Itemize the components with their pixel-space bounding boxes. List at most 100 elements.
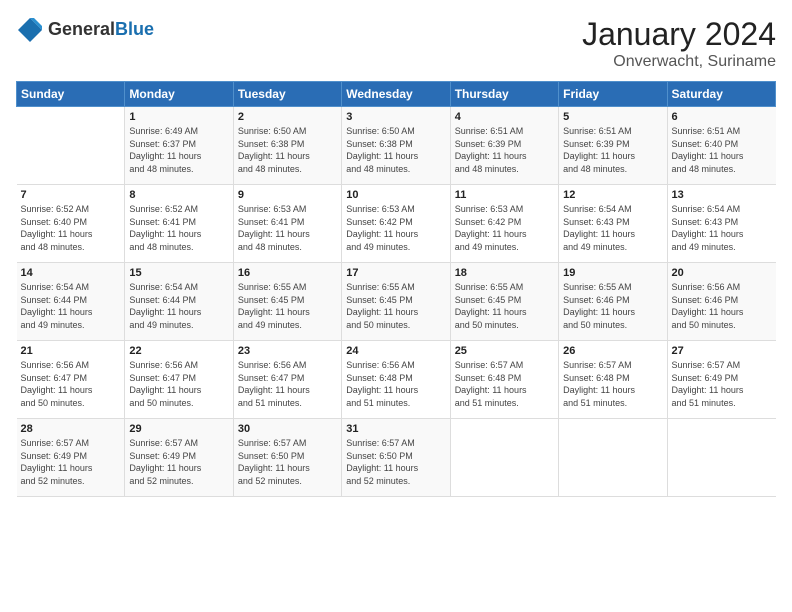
calendar-cell [559,419,667,497]
calendar-cell: 18 Sunrise: 6:55 AM Sunset: 6:45 PM Dayli… [450,263,558,341]
calendar-cell: 15Sunrise: 6:54 AM Sunset: 6:44 PM Dayli… [125,263,233,341]
day-number: 28 [21,423,121,435]
day-number: 1 [129,111,228,123]
day-info: Sunrise: 6:56 AM Sunset: 6:47 PM Dayligh… [21,359,121,409]
calendar-cell: 26Sunrise: 6:57 AM Sunset: 6:48 PM Dayli… [559,341,667,419]
logo-blue: Blue [115,20,154,40]
day-info: Sunrise: 6:56 AM Sunset: 6:47 PM Dayligh… [129,359,228,409]
day-number: 7 [21,189,121,201]
day-number: 23 [238,345,337,357]
day-info: Sunrise: 6:55 AM Sunset: 6:45 PM Dayligh… [346,281,445,331]
day-number: 27 [672,345,772,357]
day-info: Sunrise: 6:50 AM Sunset: 6:38 PM Dayligh… [238,125,337,175]
day-number: 17 [346,267,445,279]
calendar-cell: 16Sunrise: 6:55 AM Sunset: 6:45 PM Dayli… [233,263,341,341]
column-header-saturday: Saturday [667,82,775,107]
day-number: 19 [563,267,662,279]
day-number: 12 [563,189,662,201]
day-number: 29 [129,423,228,435]
day-number: 14 [21,267,121,279]
column-header-friday: Friday [559,82,667,107]
calendar-cell: 1 Sunrise: 6:49 AM Sunset: 6:37 PM Daylig… [125,107,233,185]
day-number: 25 [455,345,554,357]
day-info: Sunrise: 6:54 AM Sunset: 6:43 PM Dayligh… [672,203,772,253]
day-info: Sunrise: 6:57 AM Sunset: 6:49 PM Dayligh… [21,437,121,487]
week-row-4: 21Sunrise: 6:56 AM Sunset: 6:47 PM Dayli… [17,341,776,419]
day-number: 11 [455,189,554,201]
day-info: Sunrise: 6:50 AM Sunset: 6:38 PM Dayligh… [346,125,445,175]
column-header-monday: Monday [125,82,233,107]
day-number: 5 [563,111,662,123]
calendar-cell: 31 Sunrise: 6:57 AM Sunset: 6:50 PM Dayli… [342,419,450,497]
day-number: 24 [346,345,445,357]
day-info: Sunrise: 6:56 AM Sunset: 6:47 PM Dayligh… [238,359,337,409]
calendar-cell: 30 Sunrise: 6:57 AM Sunset: 6:50 PM Dayli… [233,419,341,497]
calendar-cell: 25 Sunrise: 6:57 AM Sunset: 6:48 PM Dayli… [450,341,558,419]
day-info: Sunrise: 6:53 AM Sunset: 6:42 PM Dayligh… [346,203,445,253]
day-number: 4 [455,111,554,123]
calendar-cell: 13 Sunrise: 6:54 AM Sunset: 6:43 PM Dayli… [667,185,775,263]
day-info: Sunrise: 6:56 AM Sunset: 6:48 PM Dayligh… [346,359,445,409]
calendar-cell: 2 Sunrise: 6:50 AM Sunset: 6:38 PM Daylig… [233,107,341,185]
day-number: 30 [238,423,337,435]
day-number: 13 [672,189,772,201]
day-info: Sunrise: 6:57 AM Sunset: 6:50 PM Dayligh… [346,437,445,487]
calendar-cell: 24 Sunrise: 6:56 AM Sunset: 6:48 PM Dayli… [342,341,450,419]
day-info: Sunrise: 6:55 AM Sunset: 6:45 PM Dayligh… [455,281,554,331]
column-header-sunday: Sunday [17,82,125,107]
day-info: Sunrise: 6:52 AM Sunset: 6:41 PM Dayligh… [129,203,228,253]
calendar-cell: 4 Sunrise: 6:51 AM Sunset: 6:39 PM Daylig… [450,107,558,185]
calendar-cell: 8Sunrise: 6:52 AM Sunset: 6:41 PM Daylig… [125,185,233,263]
column-header-thursday: Thursday [450,82,558,107]
week-row-3: 14 Sunrise: 6:54 AM Sunset: 6:44 PM Dayli… [17,263,776,341]
day-number: 3 [346,111,445,123]
calendar-cell: 7Sunrise: 6:52 AM Sunset: 6:40 PM Daylig… [17,185,125,263]
week-row-2: 7Sunrise: 6:52 AM Sunset: 6:40 PM Daylig… [17,185,776,263]
day-info: Sunrise: 6:57 AM Sunset: 6:49 PM Dayligh… [672,359,772,409]
calendar-cell: 12Sunrise: 6:54 AM Sunset: 6:43 PM Dayli… [559,185,667,263]
calendar-cell: 19 Sunrise: 6:55 AM Sunset: 6:46 PM Dayli… [559,263,667,341]
day-info: Sunrise: 6:53 AM Sunset: 6:42 PM Dayligh… [455,203,554,253]
day-info: Sunrise: 6:54 AM Sunset: 6:44 PM Dayligh… [21,281,121,331]
day-info: Sunrise: 6:57 AM Sunset: 6:50 PM Dayligh… [238,437,337,487]
day-info: Sunrise: 6:57 AM Sunset: 6:49 PM Dayligh… [129,437,228,487]
calendar-cell: 22 Sunrise: 6:56 AM Sunset: 6:47 PM Dayli… [125,341,233,419]
logo: General Blue [16,16,154,44]
day-info: Sunrise: 6:54 AM Sunset: 6:44 PM Dayligh… [129,281,228,331]
calendar-cell: 20Sunrise: 6:56 AM Sunset: 6:46 PM Dayli… [667,263,775,341]
day-info: Sunrise: 6:56 AM Sunset: 6:46 PM Dayligh… [672,281,772,331]
week-row-5: 28 Sunrise: 6:57 AM Sunset: 6:49 PM Dayli… [17,419,776,497]
day-number: 6 [672,111,772,123]
column-header-tuesday: Tuesday [233,82,341,107]
day-info: Sunrise: 6:51 AM Sunset: 6:39 PM Dayligh… [455,125,554,175]
page: General Blue January 2024 Onverwacht, Su… [0,0,792,612]
day-info: Sunrise: 6:55 AM Sunset: 6:46 PM Dayligh… [563,281,662,331]
day-number: 10 [346,189,445,201]
day-number: 22 [129,345,228,357]
calendar-cell: 5 Sunrise: 6:51 AM Sunset: 6:39 PM Daylig… [559,107,667,185]
calendar-cell: 27 Sunrise: 6:57 AM Sunset: 6:49 PM Dayli… [667,341,775,419]
day-number: 31 [346,423,445,435]
logo-icon [16,16,44,44]
calendar-cell: 21Sunrise: 6:56 AM Sunset: 6:47 PM Dayli… [17,341,125,419]
calendar-cell: 10 Sunrise: 6:53 AM Sunset: 6:42 PM Dayli… [342,185,450,263]
calendar-cell: 11 Sunrise: 6:53 AM Sunset: 6:42 PM Dayli… [450,185,558,263]
calendar-cell: 3 Sunrise: 6:50 AM Sunset: 6:38 PM Daylig… [342,107,450,185]
calendar-cell: 17 Sunrise: 6:55 AM Sunset: 6:45 PM Dayli… [342,263,450,341]
day-info: Sunrise: 6:57 AM Sunset: 6:48 PM Dayligh… [455,359,554,409]
calendar-cell: 29 Sunrise: 6:57 AM Sunset: 6:49 PM Dayli… [125,419,233,497]
header: General Blue January 2024 Onverwacht, Su… [16,16,776,71]
day-info: Sunrise: 6:55 AM Sunset: 6:45 PM Dayligh… [238,281,337,331]
calendar-cell [667,419,775,497]
day-number: 18 [455,267,554,279]
day-number: 2 [238,111,337,123]
calendar-cell: 28 Sunrise: 6:57 AM Sunset: 6:49 PM Dayli… [17,419,125,497]
day-info: Sunrise: 6:51 AM Sunset: 6:39 PM Dayligh… [563,125,662,175]
calendar-table: SundayMondayTuesdayWednesdayThursdayFrid… [16,81,776,497]
day-number: 9 [238,189,337,201]
calendar-cell [450,419,558,497]
day-info: Sunrise: 6:57 AM Sunset: 6:48 PM Dayligh… [563,359,662,409]
day-info: Sunrise: 6:49 AM Sunset: 6:37 PM Dayligh… [129,125,228,175]
week-row-1: 1 Sunrise: 6:49 AM Sunset: 6:37 PM Daylig… [17,107,776,185]
calendar-cell: 14 Sunrise: 6:54 AM Sunset: 6:44 PM Dayli… [17,263,125,341]
